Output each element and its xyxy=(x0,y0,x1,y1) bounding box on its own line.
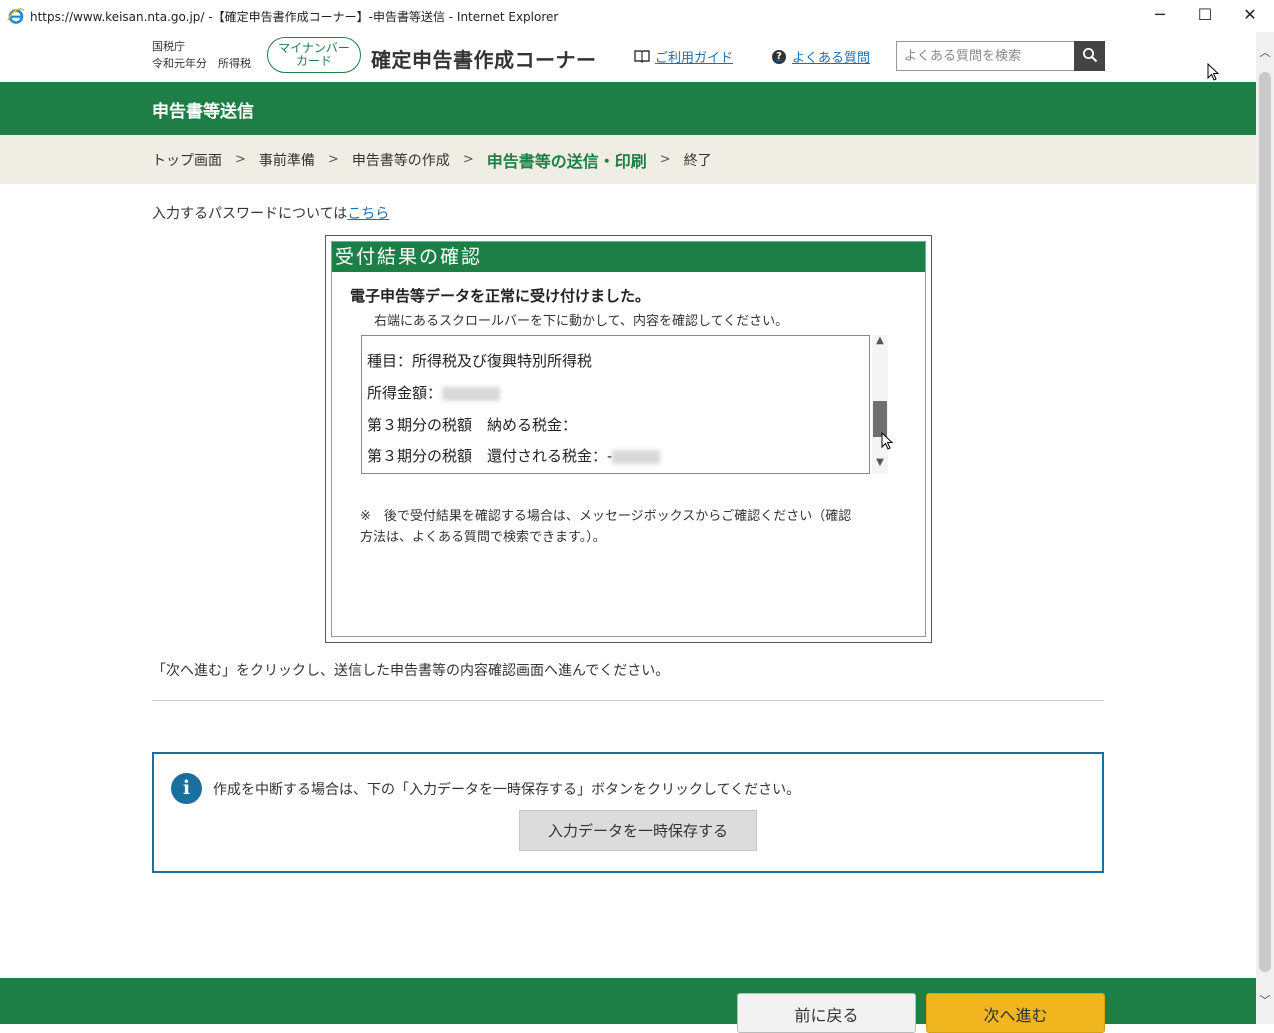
close-button[interactable]: ✕ xyxy=(1238,4,1262,26)
chevron-right-icon: > xyxy=(327,152,339,167)
password-note-link[interactable]: こちら xyxy=(347,206,389,222)
chevron-right-icon: > xyxy=(235,152,246,167)
mynumber-line2: カード xyxy=(295,54,332,68)
search-button[interactable] xyxy=(1074,41,1105,71)
scroll-up-icon[interactable]: ︿ xyxy=(1258,46,1272,60)
breadcrumb-step: 終了 xyxy=(683,152,712,169)
success-message: 電子申告等データを正常に受け付けました。 xyxy=(350,287,651,305)
result-dialog-frame: 受付結果の確認 電子申告等データを正常に受け付けました。 右端にあるスクロールバ… xyxy=(331,241,926,637)
mouse-cursor-icon xyxy=(881,432,893,450)
chevron-right-icon: > xyxy=(462,152,474,167)
next-button[interactable]: 次へ進む xyxy=(926,993,1105,1033)
result-line-text: 所得金額： xyxy=(367,384,443,402)
save-info-panel: i 作成を中断する場合は、下の「入力データを一時保存する」ボタンをクリックしてく… xyxy=(152,752,1104,873)
footer-nav: 前に戻る 次へ進む xyxy=(0,978,1256,1033)
search-icon xyxy=(1082,47,1097,62)
result-line-text: 第３期分の税額 納める税金： xyxy=(367,416,578,434)
guide-link-label[interactable]: ご利用ガイド xyxy=(655,47,733,66)
redacted-value xyxy=(612,449,661,464)
breadcrumb-current-step: 申告書等の送信・印刷 xyxy=(486,151,647,171)
window-title: https://www.keisan.nta.go.jp/ -【確定申告書作成コ… xyxy=(30,10,559,24)
question-icon: ? xyxy=(772,49,786,64)
faq-search-input[interactable] xyxy=(896,41,1075,71)
result-line-item: 第３期分の税額 納める税金： xyxy=(367,414,577,435)
page-heading-band: 申告書等送信 xyxy=(0,82,1256,135)
scroll-hint: 右端にあるスクロールバーを下に動かして、内容を確認してください。 xyxy=(374,314,789,329)
guide-link[interactable]: ご利用ガイド xyxy=(634,47,733,66)
scroll-down-icon[interactable]: ﹀ xyxy=(1258,994,1272,1008)
result-dialog-title: 受付結果の確認 xyxy=(332,242,925,272)
result-details-box[interactable]: 種目：所得税及び復興特別所得税 所得金額： 第３期分の税額 納める税金： 第３期… xyxy=(361,335,870,474)
scroll-down-icon[interactable]: ▼ xyxy=(872,457,888,468)
agency-label: 国税庁 令和元年分 所得税 xyxy=(152,38,251,72)
result-box-scrollbar[interactable]: ▲ ▼ xyxy=(872,335,888,474)
result-line-item: 種目：所得税及び復興特別所得税 xyxy=(367,350,592,371)
maximize-button[interactable]: ☐ xyxy=(1193,4,1217,26)
temporary-save-button[interactable]: 入力データを一時保存する xyxy=(519,810,757,851)
info-icon: i xyxy=(171,773,202,804)
site-title: 確定申告書作成コーナー xyxy=(371,48,597,72)
page-heading: 申告書等送信 xyxy=(152,102,254,122)
chevron-right-icon: > xyxy=(659,152,671,167)
mouse-cursor-icon xyxy=(1207,63,1219,81)
window-titlebar: https://www.keisan.nta.go.jp/ -【確定申告書作成コ… xyxy=(0,0,1274,32)
page-scrollbar[interactable]: ︿ ﹀ xyxy=(1256,32,1274,1024)
faq-link[interactable]: ? よくある質問 xyxy=(772,47,870,66)
site-header: 国税庁 令和元年分 所得税 マイナンバー カード 確定申告書作成コーナー ご利用… xyxy=(0,32,1256,82)
password-note: 入力するパスワードについてはこちら xyxy=(152,203,389,223)
minimize-button[interactable]: ─ xyxy=(1148,4,1172,26)
breadcrumb: トップ画面 > 事前準備 > 申告書等の作成 > 申告書等の送信・印刷 > 終了 xyxy=(0,135,1256,184)
book-icon xyxy=(634,50,650,63)
tax-year-label: 令和元年分 所得税 xyxy=(152,57,251,70)
save-info-text: 作成を中断する場合は、下の「入力データを一時保存する」ボタンをクリックしてくださ… xyxy=(213,782,801,798)
result-line-text: 第３期分の税額 還付される税金：- xyxy=(367,447,613,465)
password-note-text: 入力するパスワードについては xyxy=(152,206,348,222)
mynumber-card-badge: マイナンバー カード xyxy=(267,37,361,73)
redacted-value xyxy=(442,386,501,401)
divider xyxy=(152,700,1104,701)
result-dialog: 受付結果の確認 電子申告等データを正常に受け付けました。 右端にあるスクロールバ… xyxy=(325,235,932,643)
next-instruction: 「次へ進む」をクリックし、送信した申告書等の内容確認画面へ進んでください。 xyxy=(152,663,670,679)
result-check-note: ※ 後で受付結果を確認する場合は、メッセージボックスからご確認ください（確認方法… xyxy=(360,509,852,545)
agency-name: 国税庁 xyxy=(152,40,185,53)
faq-link-label[interactable]: よくある質問 xyxy=(792,47,870,66)
breadcrumb-step: 申告書等の作成 xyxy=(351,152,450,169)
result-line-text: 種目：所得税及び復興特別所得税 xyxy=(367,352,593,370)
scroll-up-icon[interactable]: ▲ xyxy=(872,335,888,346)
breadcrumb-step: トップ画面 xyxy=(152,152,222,169)
result-line-item: 第３期分の税額 還付される税金：- xyxy=(367,445,661,466)
page-scrollbar-thumb[interactable] xyxy=(1259,72,1271,972)
internet-explorer-icon xyxy=(7,8,25,24)
back-button[interactable]: 前に戻る xyxy=(737,993,916,1033)
result-line-item: 所得金額： xyxy=(367,382,501,403)
breadcrumb-step: 事前準備 xyxy=(258,152,315,169)
